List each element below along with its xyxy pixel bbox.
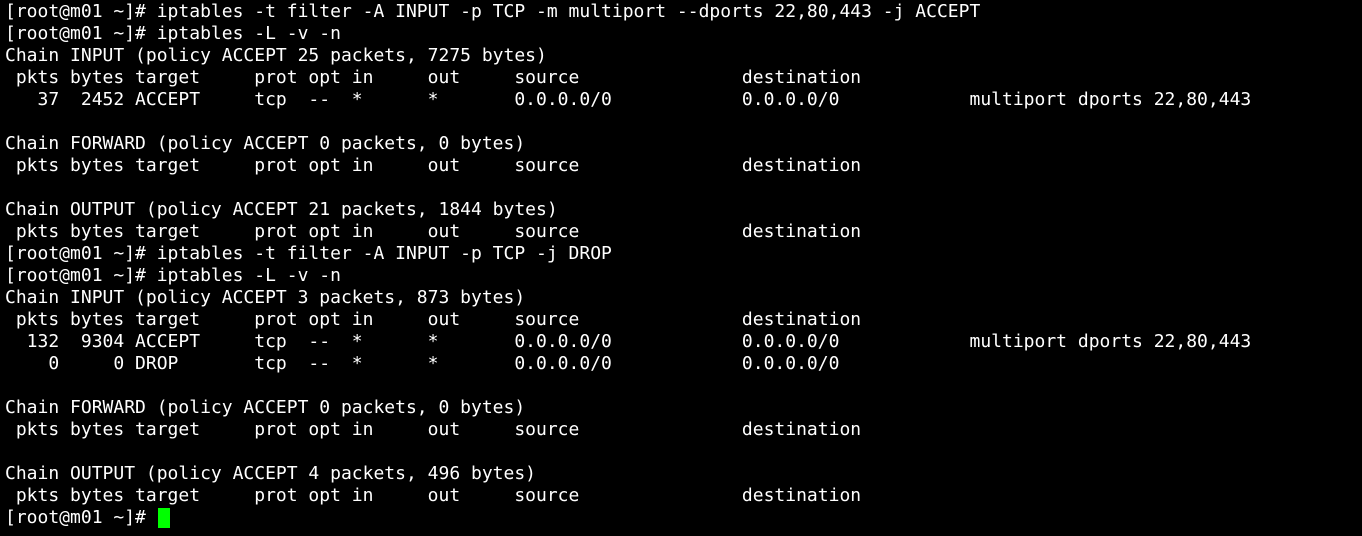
shell-prompt: [root@m01 ~]# bbox=[5, 507, 157, 528]
terminal-line: pkts bytes target prot opt in out source… bbox=[5, 221, 862, 242]
command-prompt-line[interactable]: [root@m01 ~]# bbox=[5, 507, 1362, 529]
terminal-line: Chain FORWARD (policy ACCEPT 0 packets, … bbox=[5, 133, 526, 154]
terminal-window[interactable]: [root@m01 ~]# iptables -t filter -A INPU… bbox=[0, 0, 1362, 536]
terminal-line: Chain OUTPUT (policy ACCEPT 4 packets, 4… bbox=[5, 463, 537, 484]
terminal-line: Chain FORWARD (policy ACCEPT 0 packets, … bbox=[5, 397, 526, 418]
terminal-line: pkts bytes target prot opt in out source… bbox=[5, 155, 862, 176]
terminal-line: pkts bytes target prot opt in out source… bbox=[5, 485, 862, 506]
terminal-line: pkts bytes target prot opt in out source… bbox=[5, 419, 862, 440]
terminal-line: 0 0 DROP tcp -- * * 0.0.0.0/0 0.0.0.0/0 bbox=[5, 353, 840, 374]
terminal-line: [root@m01 ~]# iptables -L -v -n bbox=[5, 265, 341, 286]
terminal-line: pkts bytes target prot opt in out source… bbox=[5, 67, 862, 88]
terminal-line: Chain OUTPUT (policy ACCEPT 21 packets, … bbox=[5, 199, 558, 220]
terminal-line: [root@m01 ~]# iptables -t filter -A INPU… bbox=[5, 1, 981, 22]
terminal-line: [root@m01 ~]# iptables -t filter -A INPU… bbox=[5, 243, 612, 264]
terminal-line: Chain INPUT (policy ACCEPT 3 packets, 87… bbox=[5, 287, 526, 308]
terminal-line: Chain INPUT (policy ACCEPT 25 packets, 7… bbox=[5, 45, 547, 66]
terminal-line: 37 2452 ACCEPT tcp -- * * 0.0.0.0/0 0.0.… bbox=[5, 89, 1252, 110]
terminal-line: 132 9304 ACCEPT tcp -- * * 0.0.0.0/0 0.0… bbox=[5, 331, 1252, 352]
terminal-line: [root@m01 ~]# iptables -L -v -n bbox=[5, 23, 341, 44]
text-cursor bbox=[157, 508, 170, 528]
terminal-line: pkts bytes target prot opt in out source… bbox=[5, 309, 862, 330]
